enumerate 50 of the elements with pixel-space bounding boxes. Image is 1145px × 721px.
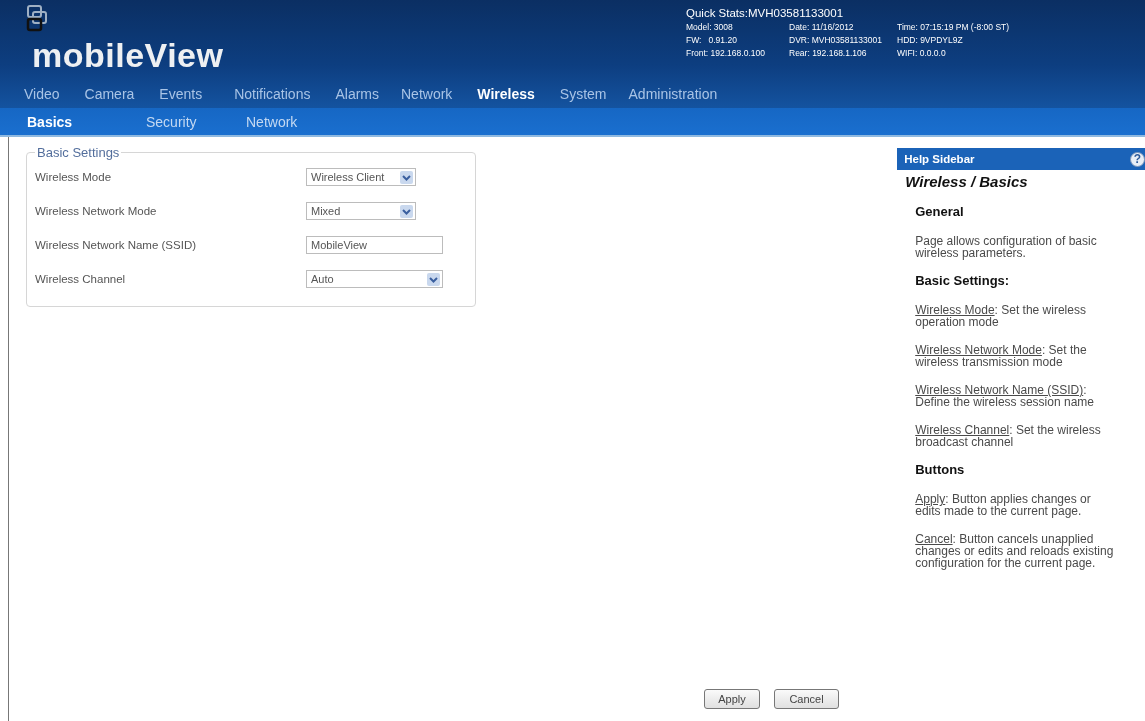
dropdown[interactable]: Mixed <box>306 202 416 220</box>
help-text: Wireless Network Name (SSID): Define the wireless session name <box>915 384 1095 408</box>
nav-tab[interactable]: Wireless <box>477 86 535 102</box>
help-text: Wireless Network Mode: Set the wireless transmission mode <box>915 344 1088 368</box>
nav-tab[interactable]: Events <box>159 86 203 102</box>
stat-text: Front: 192.168.0.100 <box>686 48 766 60</box>
nav-tab[interactable]: System <box>559 86 607 102</box>
nav-tab[interactable]: Video <box>24 86 60 102</box>
nav-tab[interactable]: Alarms <box>335 86 379 102</box>
field-label: Wireless Channel <box>35 273 127 285</box>
stat-text: WIFI: 0.0.0.0 <box>897 48 946 60</box>
group-legend: Basic Settings <box>35 145 122 160</box>
dropdown[interactable]: Wireless Client <box>306 168 416 186</box>
stat-text: Rear: 192.168.1.106 <box>789 48 868 60</box>
stat-text: DVR: MVH03581133001 <box>789 35 883 47</box>
dropdown[interactable]: Auto <box>306 270 443 288</box>
help-link[interactable]: Wireless Network Mode <box>915 343 1042 357</box>
help-link[interactable]: Cancel <box>915 532 953 546</box>
help-section-heading: Buttons <box>914 461 966 477</box>
help-link[interactable]: Wireless Mode <box>915 303 995 317</box>
sub-nav-tab[interactable]: Basics <box>27 113 146 130</box>
help-text: Apply: Button applies changes or edits made to the current page. <box>915 493 1092 517</box>
help-text: Wireless Channel: Set the wireless broadcast channel <box>915 424 1102 448</box>
help-text: Page allows configuration of basic wireless parameters. <box>915 235 1098 259</box>
help-heading: Wireless / Basics <box>904 172 1029 190</box>
sub-nav-tab[interactable]: Security <box>146 113 246 130</box>
nav-tab[interactable]: Camera <box>84 86 135 102</box>
nav-tab[interactable]: Network <box>401 86 453 102</box>
input-field[interactable]: MobileView <box>306 236 443 254</box>
stat-text: Date: 11/16/2012 <box>789 22 855 34</box>
stat-text: HDD: 9VPDYL9Z <box>897 35 963 47</box>
stat-text: Time: 07:15:19 PM (-8:00 ST) <box>897 22 1010 34</box>
action-button[interactable]: Apply <box>704 689 760 709</box>
help-section-heading: Basic Settings: <box>914 272 1011 288</box>
help-title: Help Sidebar <box>904 153 975 165</box>
logo-text: mobileView <box>32 36 224 75</box>
nav-tab[interactable]: Notifications <box>234 86 311 102</box>
help-text: Wireless Mode: Set the wireless operation mode <box>915 304 1087 328</box>
field-label: Wireless Mode <box>35 171 113 183</box>
sub-nav-tab[interactable]: Network <box>246 113 356 130</box>
field-label: Wireless Network Name (SSID) <box>35 239 198 251</box>
stat-text: Model: 3008 <box>686 22 734 34</box>
help-section-heading: General <box>914 203 965 219</box>
quick-stats-title: Quick Stats:MVH03581133001 <box>686 7 845 19</box>
help-text: Cancel: Button cancels unapplied changes or edits and reloads existing configuration for the current page. <box>915 533 1115 569</box>
action-button[interactable]: Cancel <box>774 689 839 709</box>
field-label: Wireless Network Mode <box>35 205 158 217</box>
help-button[interactable]: ? <box>1130 151 1145 167</box>
nav-tab[interactable]: Administration <box>628 86 718 102</box>
stat-text: FW: 0.91.20 <box>686 35 738 47</box>
